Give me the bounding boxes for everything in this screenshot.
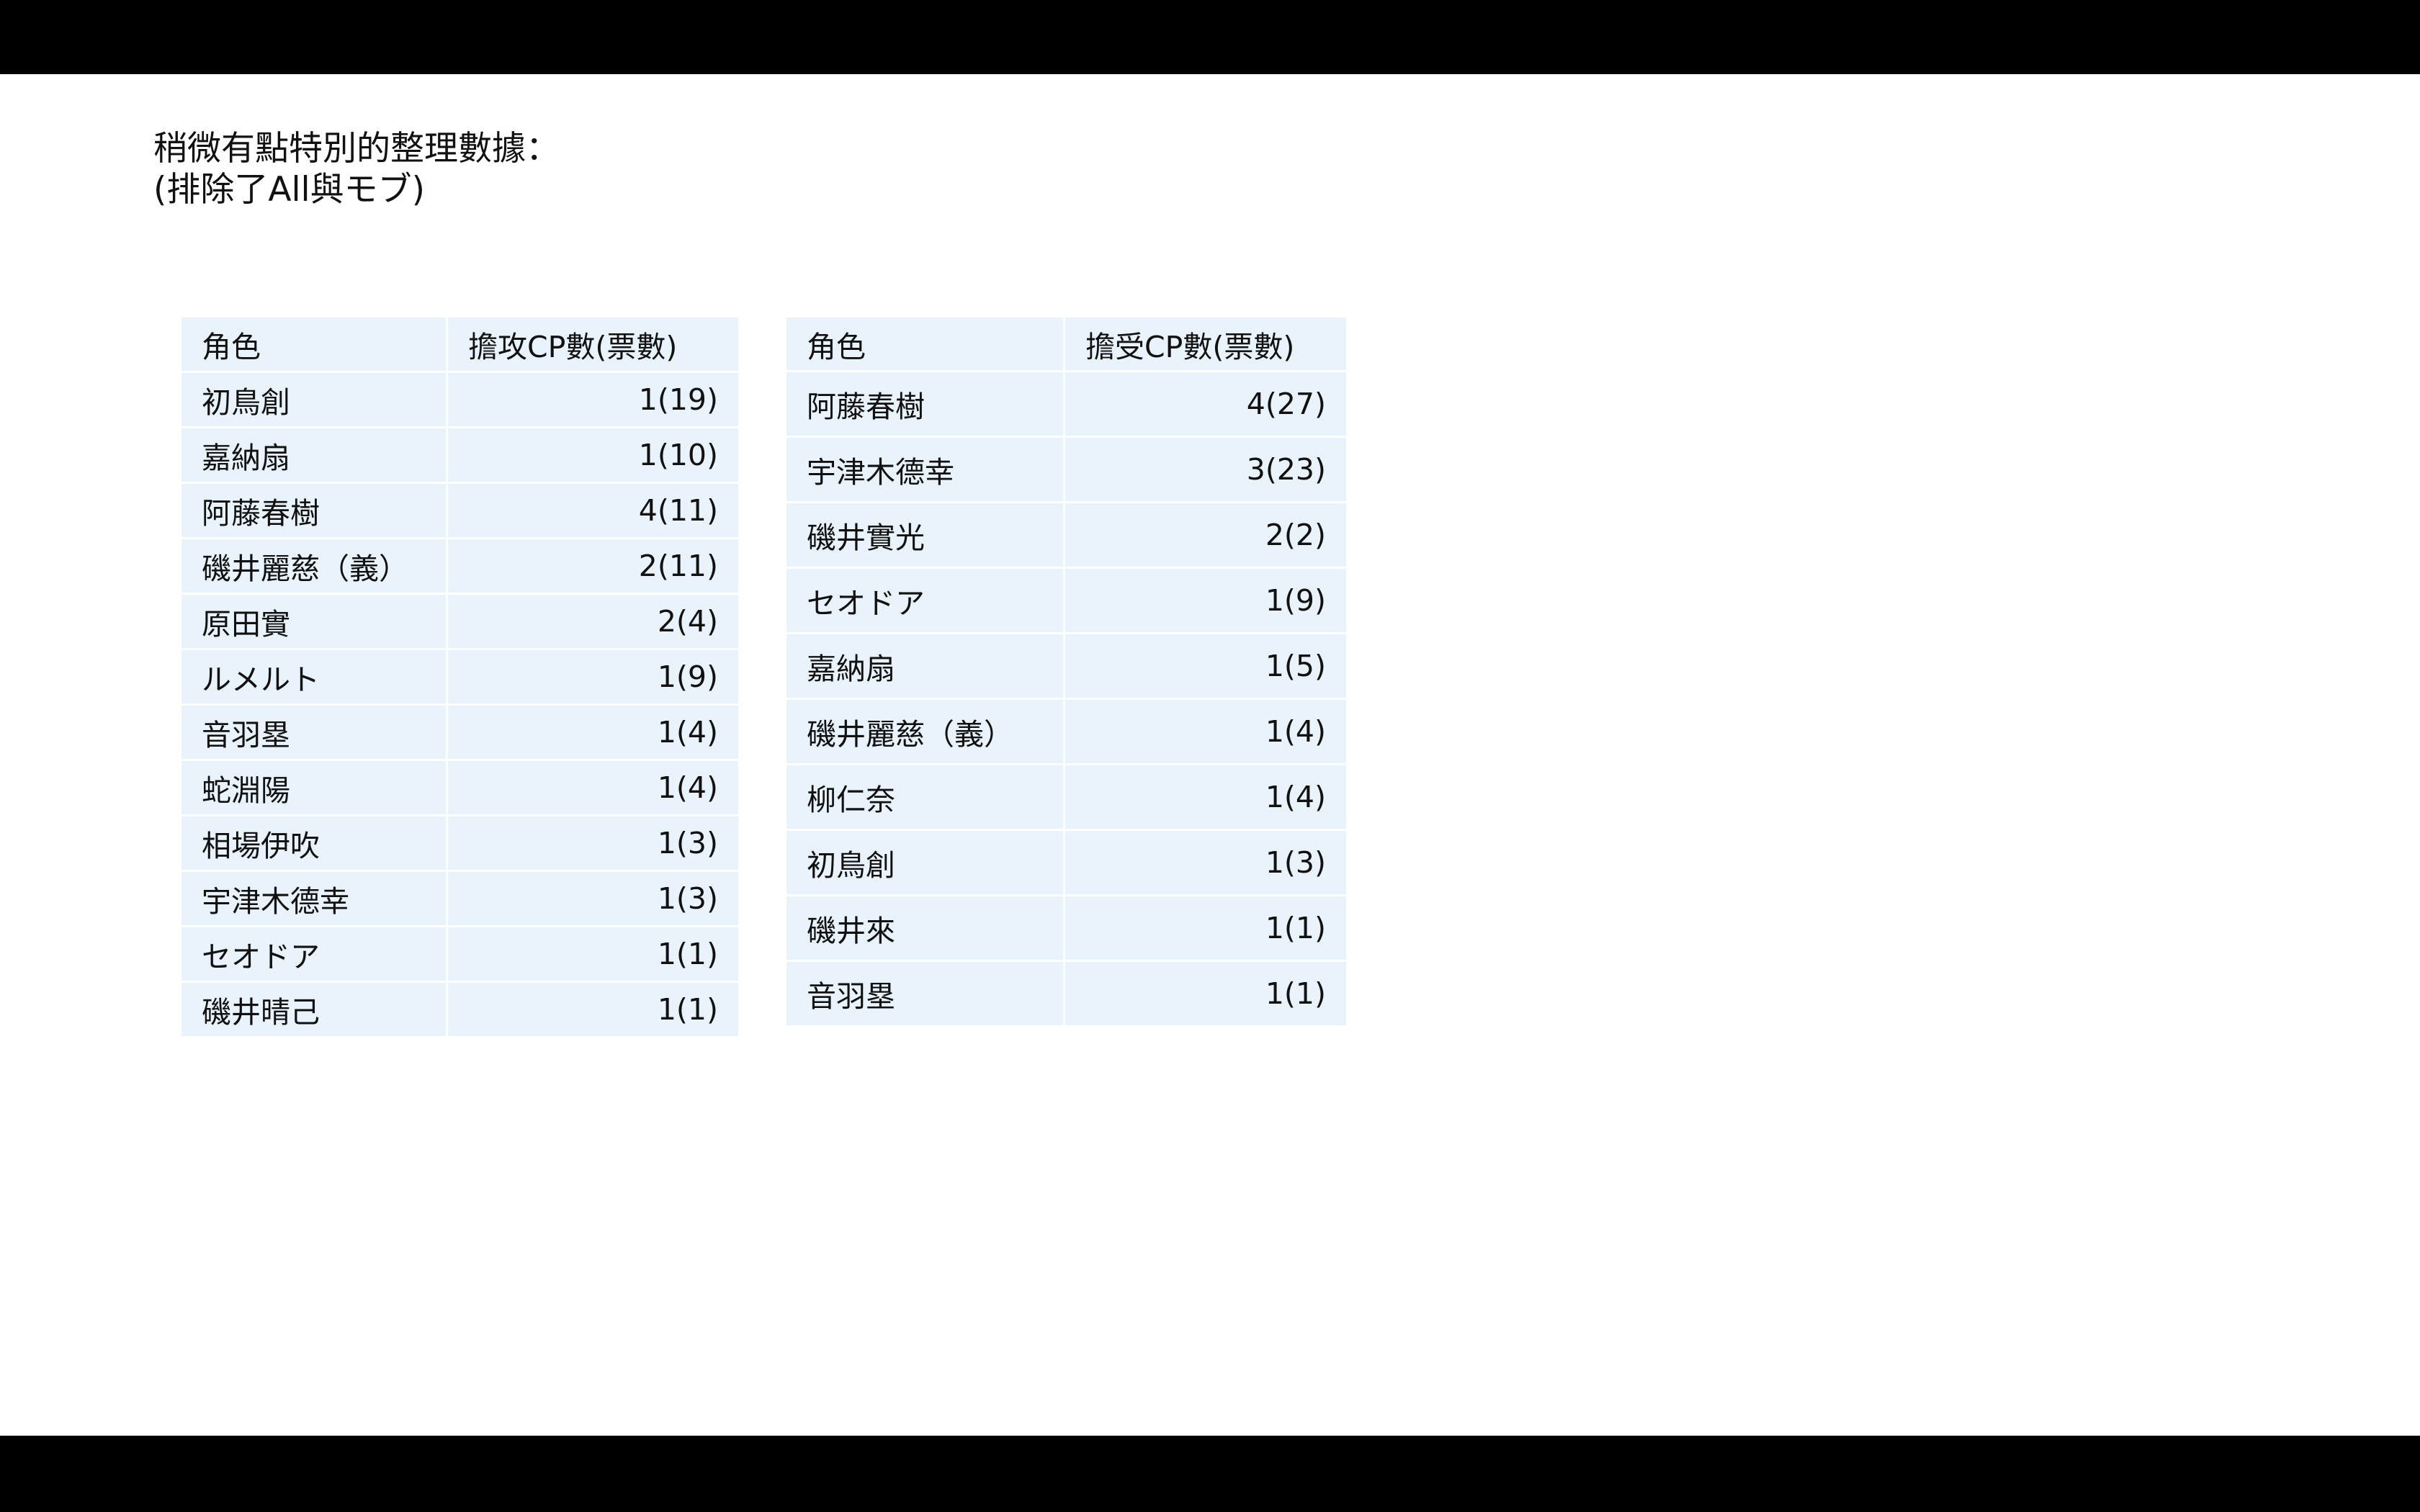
heading-line-2: (排除了All與モブ) bbox=[153, 170, 425, 210]
table-row: 磯井來 1(1) bbox=[786, 896, 1346, 962]
role-cell: 初鳥創 bbox=[182, 373, 448, 428]
table-row: 磯井晴己 1(1) bbox=[182, 983, 738, 1038]
value-cell: 2(4) bbox=[448, 595, 738, 650]
value-cell: 2(2) bbox=[1065, 503, 1346, 569]
table-header-row: 角色 擔受CP數(票數) bbox=[786, 318, 1346, 372]
value-cell: 1(4) bbox=[448, 706, 738, 761]
value-cell: 3(23) bbox=[1065, 438, 1346, 503]
slide-heading: 稍微有點特別的整理數據： (排除了All與モブ) bbox=[153, 128, 560, 210]
table-row: セオドア 1(9) bbox=[786, 569, 1346, 634]
value-cell: 1(19) bbox=[448, 373, 738, 428]
role-cell: セオドア bbox=[786, 569, 1065, 634]
table-row: 磯井實光 2(2) bbox=[786, 503, 1346, 569]
role-cell: 嘉納扇 bbox=[786, 634, 1065, 700]
role-cell: 音羽塁 bbox=[786, 962, 1065, 1027]
table-row: 蛇淵陽 1(4) bbox=[182, 761, 738, 816]
value-cell: 1(3) bbox=[448, 816, 738, 872]
letterbox-bottom bbox=[0, 1436, 2420, 1512]
value-cell: 1(1) bbox=[448, 927, 738, 983]
table-row: 阿藤春樹 4(11) bbox=[182, 484, 738, 539]
value-cell: 1(1) bbox=[1065, 962, 1346, 1027]
role-cell: 蛇淵陽 bbox=[182, 761, 448, 816]
table-row: 初鳥創 1(19) bbox=[182, 373, 738, 428]
table-row: 嘉納扇 1(5) bbox=[786, 634, 1346, 700]
letterbox-top bbox=[0, 0, 2420, 74]
header-value: 擔攻CP數(票數) bbox=[448, 318, 738, 373]
table-row: 相場伊吹 1(3) bbox=[182, 816, 738, 872]
value-cell: 1(3) bbox=[448, 872, 738, 927]
role-cell: 磯井麗慈（義） bbox=[182, 539, 448, 595]
table-row: 音羽塁 1(1) bbox=[786, 962, 1346, 1027]
table-row: 原田實 2(4) bbox=[182, 595, 738, 650]
table-row: 柳仁奈 1(4) bbox=[786, 765, 1346, 831]
value-cell: 1(5) bbox=[1065, 634, 1346, 700]
table-row: ルメルト 1(9) bbox=[182, 650, 738, 706]
table-header-row: 角色 擔攻CP數(票數) bbox=[182, 318, 738, 373]
role-cell: 相場伊吹 bbox=[182, 816, 448, 872]
header-role: 角色 bbox=[182, 318, 448, 373]
value-cell: 1(4) bbox=[1065, 700, 1346, 765]
value-cell: 1(1) bbox=[448, 983, 738, 1038]
value-cell: 1(1) bbox=[1065, 896, 1346, 962]
table-row: 嘉納扇 1(10) bbox=[182, 428, 738, 484]
role-cell: 柳仁奈 bbox=[786, 765, 1065, 831]
heading-line-1: 稍微有點特別的整理數據： bbox=[153, 129, 560, 168]
table-row: 磯井麗慈（義） 2(11) bbox=[182, 539, 738, 595]
receive-cp-table: 角色 擔受CP數(票數) 阿藤春樹 4(27) 宇津木德幸 3(23) 磯井實光… bbox=[786, 318, 1346, 1027]
role-cell: 磯井晴己 bbox=[182, 983, 448, 1038]
role-cell: 宇津木德幸 bbox=[786, 438, 1065, 503]
attack-cp-table: 角色 擔攻CP數(票數) 初鳥創 1(19) 嘉納扇 1(10) 阿藤春樹 4(… bbox=[182, 318, 738, 1038]
header-role: 角色 bbox=[786, 318, 1065, 372]
value-cell: 1(9) bbox=[1065, 569, 1346, 634]
table-row: セオドア 1(1) bbox=[182, 927, 738, 983]
role-cell: ルメルト bbox=[182, 650, 448, 706]
table-row: 宇津木德幸 3(23) bbox=[786, 438, 1346, 503]
value-cell: 4(11) bbox=[448, 484, 738, 539]
value-cell: 2(11) bbox=[448, 539, 738, 595]
value-cell: 1(9) bbox=[448, 650, 738, 706]
value-cell: 4(27) bbox=[1065, 372, 1346, 438]
value-cell: 1(3) bbox=[1065, 831, 1346, 896]
role-cell: 宇津木德幸 bbox=[182, 872, 448, 927]
role-cell: 嘉納扇 bbox=[182, 428, 448, 484]
table-row: 宇津木德幸 1(3) bbox=[182, 872, 738, 927]
role-cell: 磯井實光 bbox=[786, 503, 1065, 569]
role-cell: 磯井來 bbox=[786, 896, 1065, 962]
table-row: 阿藤春樹 4(27) bbox=[786, 372, 1346, 438]
value-cell: 1(4) bbox=[1065, 765, 1346, 831]
role-cell: 初鳥創 bbox=[786, 831, 1065, 896]
table-row: 磯井麗慈（義） 1(4) bbox=[786, 700, 1346, 765]
role-cell: 磯井麗慈（義） bbox=[786, 700, 1065, 765]
role-cell: 阿藤春樹 bbox=[786, 372, 1065, 438]
table-row: 音羽塁 1(4) bbox=[182, 706, 738, 761]
value-cell: 1(4) bbox=[448, 761, 738, 816]
header-value: 擔受CP數(票數) bbox=[1065, 318, 1346, 372]
table-row: 初鳥創 1(3) bbox=[786, 831, 1346, 896]
role-cell: 音羽塁 bbox=[182, 706, 448, 761]
role-cell: 阿藤春樹 bbox=[182, 484, 448, 539]
role-cell: セオドア bbox=[182, 927, 448, 983]
value-cell: 1(10) bbox=[448, 428, 738, 484]
role-cell: 原田實 bbox=[182, 595, 448, 650]
